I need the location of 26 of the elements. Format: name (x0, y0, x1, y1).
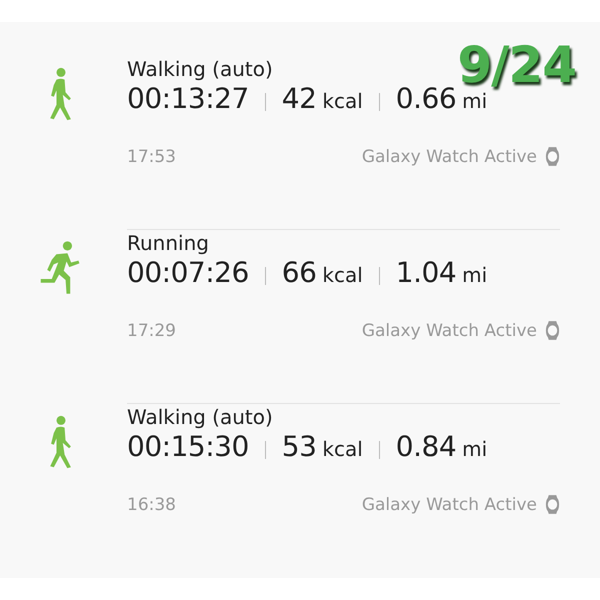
distance-value: 0.84 (396, 430, 456, 463)
distance-unit: mi (462, 263, 488, 287)
calories-value: 53 (282, 430, 316, 463)
activity-title: Walking (auto) (127, 404, 273, 430)
calories-value: 66 (282, 256, 316, 289)
watch-icon (545, 320, 560, 341)
distance-value: 0.66 (396, 82, 456, 115)
duration-value: 00:13:27 (127, 82, 249, 115)
duration-value: 00:15:30 (127, 430, 249, 463)
calories-unit: kcal (322, 263, 363, 287)
duration-value: 00:07:26 (127, 256, 249, 289)
calories-value: 42 (282, 82, 316, 115)
device-name: Galaxy Watch Active (362, 320, 537, 340)
calories-unit: kcal (322, 89, 363, 113)
device-name: Galaxy Watch Active (362, 146, 537, 166)
device-name: Galaxy Watch Active (362, 494, 537, 514)
watch-icon (545, 146, 560, 167)
activity-title: Running (127, 230, 209, 256)
distance-value: 1.04 (396, 256, 456, 289)
activity-title: Walking (auto) (127, 56, 273, 82)
start-time: 17:29 (127, 320, 176, 340)
distance-unit: mi (462, 437, 488, 461)
start-time: 16:38 (127, 494, 176, 514)
start-time: 17:53 (127, 146, 176, 166)
watch-icon (545, 494, 560, 515)
calories-unit: kcal (322, 437, 363, 461)
